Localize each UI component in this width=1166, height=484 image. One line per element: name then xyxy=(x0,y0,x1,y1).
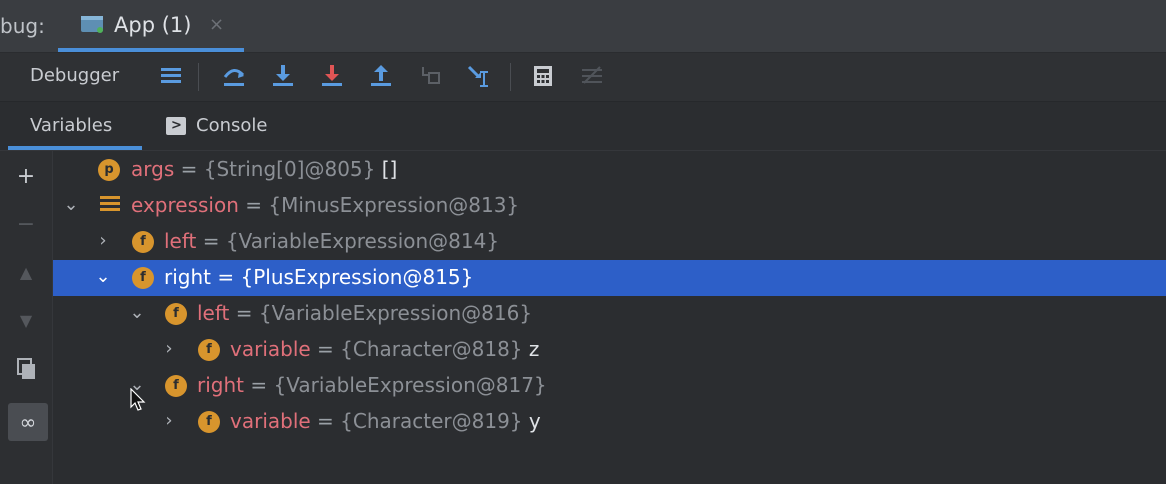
show-execution-point-icon[interactable] xyxy=(156,61,186,91)
field-badge-icon: f xyxy=(198,411,220,433)
variable-type: {VariableExpression@814} xyxy=(225,229,500,253)
tree-row[interactable]: › f variable = {Character@819} y xyxy=(53,404,1166,440)
tree-row[interactable]: p args = {String[0]@805} [] xyxy=(53,152,1166,188)
move-down-button[interactable]: ▼ xyxy=(10,305,42,337)
move-up-button[interactable]: ▲ xyxy=(10,257,42,289)
variable-name: variable xyxy=(230,337,311,361)
variable-entry: right = {VariableExpression@817} xyxy=(197,373,547,397)
evaluate-expression-icon[interactable] xyxy=(528,61,558,91)
step-into-icon[interactable] xyxy=(268,61,298,91)
copy-icon[interactable] xyxy=(10,353,42,385)
variable-type: {VariableExpression@817} xyxy=(273,373,547,397)
expand-arrow-icon[interactable]: ⌄ xyxy=(61,194,81,215)
step-out-icon[interactable] xyxy=(366,61,396,91)
variable-name: right xyxy=(197,373,244,397)
toolbar-separator xyxy=(198,63,199,91)
equals-sign: = xyxy=(196,229,226,253)
list-icon xyxy=(100,196,120,216)
debugger-subtabs: Variables > Console xyxy=(0,102,1166,151)
run-to-cursor-icon[interactable] xyxy=(464,61,494,91)
variable-entry: left = {VariableExpression@814} xyxy=(164,229,499,253)
field-badge-icon: f xyxy=(132,267,154,289)
close-icon[interactable]: × xyxy=(209,14,224,35)
variable-name: args xyxy=(131,157,175,181)
step-over-icon[interactable] xyxy=(219,61,249,91)
variable-name: left xyxy=(197,301,230,325)
debugger-label: Debugger xyxy=(30,65,120,86)
variable-value: z xyxy=(522,337,540,361)
console-icon: > xyxy=(166,117,186,135)
tab-app-run-config[interactable]: App (1) × xyxy=(58,0,244,52)
application-icon xyxy=(81,16,103,33)
variable-name: right xyxy=(164,265,211,289)
variable-name: left xyxy=(164,229,197,253)
expand-arrow-icon[interactable]: ⌄ xyxy=(127,302,147,323)
field-badge-icon: f xyxy=(165,375,187,397)
tree-row[interactable]: › f variable = {Character@818} z xyxy=(53,332,1166,368)
show-watches-button[interactable]: ∞ xyxy=(8,403,48,441)
variable-entry: variable = {Character@818} z xyxy=(230,337,539,361)
variable-entry: expression = {MinusExpression@813} xyxy=(131,193,519,217)
variable-type: {Character@818} xyxy=(340,337,523,361)
equals-sign: = xyxy=(244,373,274,397)
expand-arrow-icon[interactable]: › xyxy=(159,338,179,359)
variable-entry: args = {String[0]@805} [] xyxy=(131,157,397,181)
tab-app-label: App (1) xyxy=(114,13,192,37)
equals-sign: = xyxy=(174,157,204,181)
force-step-into-icon[interactable] xyxy=(317,61,347,91)
variable-type: {VariableExpression@816} xyxy=(258,301,533,325)
expand-arrow-icon[interactable]: › xyxy=(159,410,179,431)
active-tab-indicator xyxy=(58,48,244,52)
parameter-badge-icon: p xyxy=(98,159,120,181)
trace-icon[interactable] xyxy=(577,61,607,91)
equals-sign: = xyxy=(310,337,341,361)
variable-value: y xyxy=(522,409,541,433)
active-subtab-indicator xyxy=(8,146,142,150)
equals-sign: = xyxy=(310,409,341,433)
debugger-toolbar: Debugger xyxy=(0,53,1166,102)
variable-entry: right = {PlusExpression@815} xyxy=(164,265,473,289)
tab-variables[interactable]: Variables xyxy=(30,115,112,136)
debug-tab-bar: bug: App (1) × xyxy=(0,0,1166,53)
tree-row[interactable]: ⌄ expression = {MinusExpression@813} xyxy=(53,188,1166,224)
toolbar-separator xyxy=(510,63,511,91)
tree-row[interactable]: ⌄ f right = {VariableExpression@817} xyxy=(53,368,1166,404)
variable-entry: variable = {Character@819} y xyxy=(230,409,541,433)
tab-console[interactable]: Console xyxy=(196,115,267,136)
tree-row[interactable]: › f left = {VariableExpression@814} xyxy=(53,224,1166,260)
remove-watch-button[interactable]: − xyxy=(10,209,42,241)
tree-row[interactable]: ⌄ f left = {VariableExpression@816} xyxy=(53,296,1166,332)
expand-arrow-icon[interactable]: › xyxy=(93,230,113,251)
variables-tree: p args = {String[0]@805} [] ⌄ expression… xyxy=(53,151,1166,484)
field-badge-icon: f xyxy=(165,303,187,325)
variable-type: {String[0]@805} xyxy=(203,157,376,181)
variable-type: {Character@819} xyxy=(340,409,523,433)
drop-frame-icon[interactable] xyxy=(415,61,445,91)
add-watch-button[interactable]: + xyxy=(10,161,42,193)
equals-sign: = xyxy=(211,265,241,289)
expand-arrow-icon[interactable]: ⌄ xyxy=(93,266,113,287)
variable-entry: left = {VariableExpression@816} xyxy=(197,301,532,325)
equals-sign: = xyxy=(229,301,259,325)
variable-type: {MinusExpression@813} xyxy=(268,193,520,217)
debug-tool-window-title: bug: xyxy=(0,14,45,38)
variable-type: {PlusExpression@815} xyxy=(240,265,474,289)
tree-row-selected[interactable]: ⌄ f right = {PlusExpression@815} xyxy=(53,260,1166,296)
variable-name: expression xyxy=(131,193,239,217)
field-badge-icon: f xyxy=(198,339,220,361)
variables-side-toolbar: + − ▲ ▼ ∞ xyxy=(0,151,53,484)
variable-value: [] xyxy=(375,157,398,181)
mouse-cursor-icon xyxy=(130,388,146,411)
equals-sign: = xyxy=(238,193,269,217)
variable-name: variable xyxy=(230,409,311,433)
field-badge-icon: f xyxy=(132,231,154,253)
